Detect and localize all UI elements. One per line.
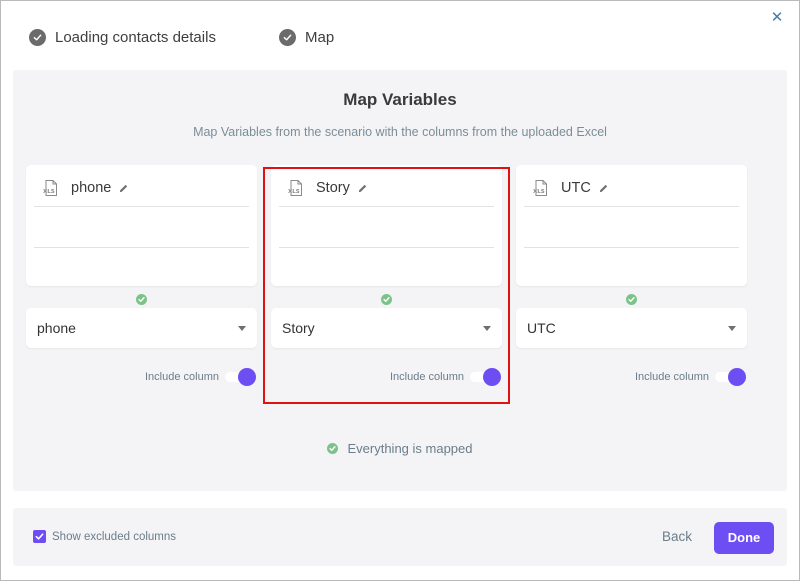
- column-header: XLS UTC: [532, 178, 609, 198]
- column-name: Story: [316, 180, 350, 196]
- toggle-knob: [238, 368, 256, 386]
- column-card: XLS UTC: [516, 165, 747, 286]
- selected-variable: Story: [282, 320, 315, 336]
- back-button[interactable]: Back: [655, 526, 699, 548]
- toggle-knob: [728, 368, 746, 386]
- include-column-label: Include column: [635, 371, 709, 383]
- mapping-status-text: Everything is mapped: [347, 441, 473, 456]
- selected-variable: UTC: [527, 320, 556, 336]
- column-header: XLS Story: [287, 178, 368, 198]
- svg-text:XLS: XLS: [43, 189, 55, 195]
- variable-select[interactable]: phone: [26, 308, 257, 348]
- mapped-check-icon: [136, 294, 147, 305]
- check-circle-icon: [29, 28, 46, 46]
- column-name: UTC: [561, 180, 591, 196]
- sample-row-divider: [524, 206, 739, 207]
- sample-row-divider: [34, 247, 249, 248]
- svg-text:XLS: XLS: [533, 189, 545, 195]
- sample-row-divider: [524, 247, 739, 248]
- variable-select[interactable]: Story: [271, 308, 502, 348]
- panel-title: Map Variables: [343, 90, 457, 109]
- column-header: XLS phone: [42, 178, 129, 198]
- column-card: XLS phone: [26, 165, 257, 286]
- show-excluded-checkbox[interactable]: Show excluded columns: [33, 530, 176, 543]
- chevron-down-icon: [728, 326, 736, 331]
- pencil-icon[interactable]: [118, 183, 129, 194]
- chevron-down-icon: [483, 326, 491, 331]
- column-name: phone: [71, 180, 112, 196]
- done-button[interactable]: Done: [714, 522, 774, 554]
- variable-select[interactable]: UTC: [516, 308, 747, 348]
- pencil-icon[interactable]: [598, 183, 609, 194]
- column-card: XLS Story: [271, 165, 502, 286]
- sample-row-divider: [279, 206, 494, 207]
- dialog-footer: Show excluded columns Back Done: [13, 508, 787, 566]
- check-circle-icon: [279, 28, 296, 46]
- include-column-control: Include column: [390, 368, 502, 386]
- xls-file-icon: XLS: [43, 180, 57, 196]
- sample-row-divider: [34, 206, 249, 207]
- mapped-check-icon: [381, 294, 392, 305]
- svg-text:XLS: XLS: [288, 189, 300, 195]
- dialog-window: ✕ Loading contacts details Map Map Varia…: [0, 0, 800, 581]
- step-label: Loading contacts details: [55, 28, 216, 46]
- step-loading-contacts: Loading contacts details: [29, 26, 216, 48]
- map-variables-panel: Map Variables Map Variables from the sce…: [13, 70, 787, 491]
- mapping-status: Everything is mapped: [13, 441, 787, 456]
- step-label: Map: [305, 28, 335, 46]
- include-column-toggle[interactable]: [470, 368, 502, 386]
- success-check-icon: [327, 443, 339, 454]
- pencil-icon[interactable]: [357, 183, 368, 194]
- checkbox-checked-icon: [33, 530, 46, 543]
- include-column-control: Include column: [145, 368, 257, 386]
- toggle-knob: [483, 368, 501, 386]
- show-excluded-label: Show excluded columns: [52, 530, 177, 543]
- selected-variable: phone: [37, 320, 76, 336]
- xls-file-icon: XLS: [533, 180, 547, 196]
- close-icon[interactable]: ✕: [769, 9, 785, 27]
- include-column-label: Include column: [145, 371, 219, 383]
- panel-subtitle: Map Variables from the scenario with the…: [193, 125, 607, 139]
- chevron-down-icon: [238, 326, 246, 331]
- include-column-label: Include column: [390, 371, 464, 383]
- include-column-toggle[interactable]: [225, 368, 257, 386]
- step-map: Map: [279, 26, 334, 48]
- xls-file-icon: XLS: [288, 180, 302, 196]
- include-column-toggle[interactable]: [715, 368, 747, 386]
- sample-row-divider: [279, 247, 494, 248]
- mapped-check-icon: [626, 294, 637, 305]
- include-column-control: Include column: [635, 368, 747, 386]
